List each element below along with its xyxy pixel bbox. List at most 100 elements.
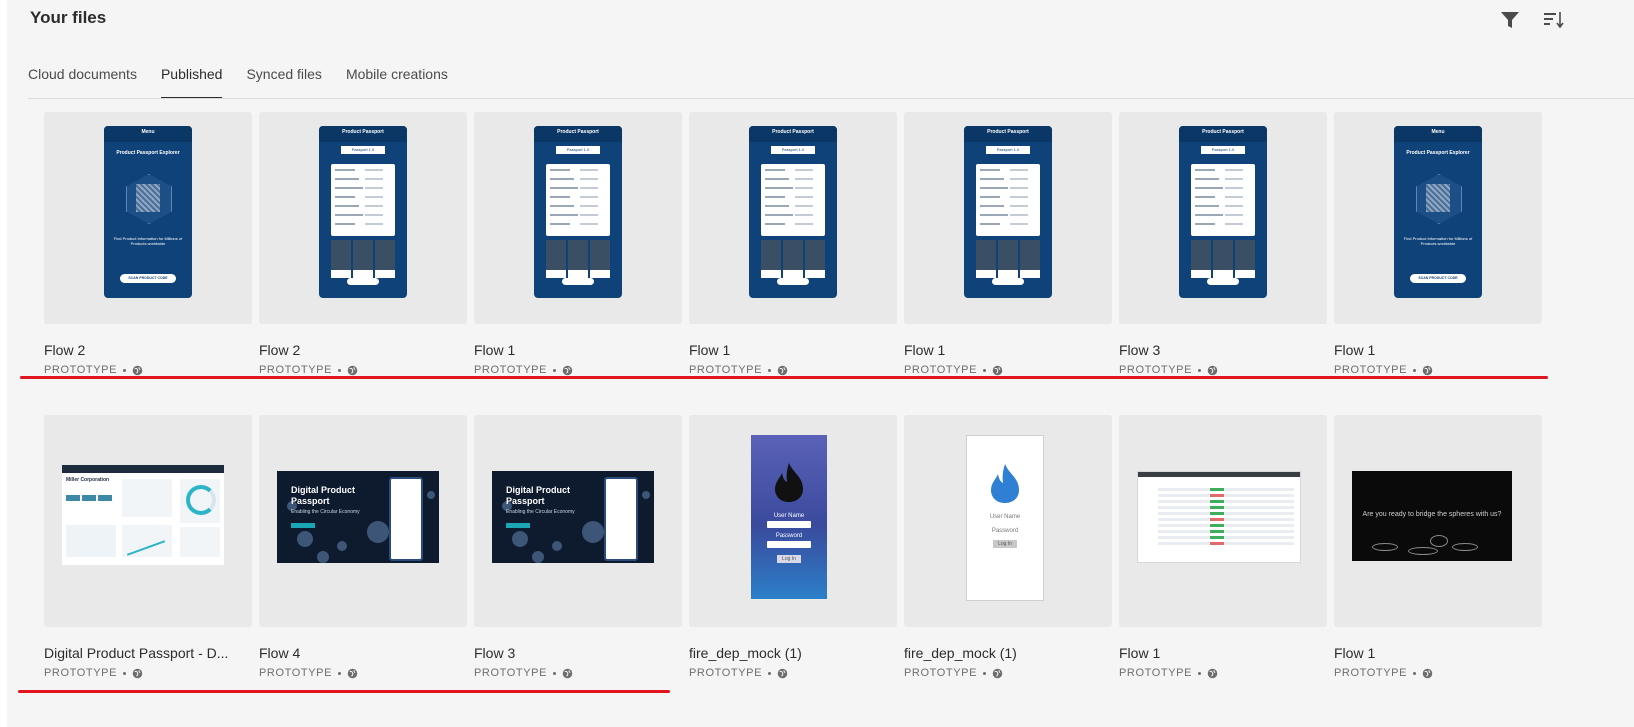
info-row xyxy=(335,214,363,216)
file-name[interactable]: Flow 3 xyxy=(474,645,515,661)
file-thumbnail[interactable]: Product Passport Passport 1.0 xyxy=(1119,112,1327,324)
file-meta: PROTOTYPE xyxy=(44,364,143,376)
info-value xyxy=(580,214,598,216)
file-name[interactable]: Digital Product Passport - D... xyxy=(44,645,228,661)
separator-dot xyxy=(1198,671,1202,675)
info-row xyxy=(1195,223,1215,225)
info-card xyxy=(331,164,395,236)
info-value xyxy=(1010,205,1028,207)
product-image xyxy=(353,240,373,278)
product-image xyxy=(546,240,566,278)
info-value xyxy=(365,169,383,171)
file-thumbnail[interactable]: Are you ready to bridge the spheres with… xyxy=(1334,415,1542,627)
info-row xyxy=(980,205,1004,207)
file-thumbnail[interactable]: Menu Product Passport Explorer Find Produc… xyxy=(1334,112,1542,324)
info-card xyxy=(976,164,1040,236)
qr-code-icon xyxy=(136,184,160,212)
info-value xyxy=(580,196,598,198)
file-type: PROTOTYPE xyxy=(1334,364,1408,376)
status-cell xyxy=(1210,500,1224,503)
info-value xyxy=(795,169,813,171)
separator-dot xyxy=(983,368,987,372)
table-row xyxy=(1158,536,1294,539)
file-meta: PROTOTYPE xyxy=(259,364,358,376)
tab-synced-files[interactable]: Synced files xyxy=(246,66,321,100)
info-value xyxy=(365,178,383,180)
file-type: PROTOTYPE xyxy=(904,364,978,376)
table-row xyxy=(1158,518,1294,521)
file-name[interactable]: Flow 1 xyxy=(1334,645,1375,661)
file-name[interactable]: Flow 4 xyxy=(259,645,300,661)
file-name[interactable]: Flow 2 xyxy=(259,342,300,358)
phone-title: Product Passport xyxy=(557,129,599,135)
dashboard-panel xyxy=(82,495,96,501)
file-thumbnail[interactable]: Digital Product Passport Enabling the Cir… xyxy=(259,415,467,627)
phone-mockup: Product Passport Passport 1.0 xyxy=(319,126,407,298)
info-value xyxy=(1225,169,1243,171)
tab-cloud-documents[interactable]: Cloud documents xyxy=(28,66,137,100)
file-thumbnail[interactable]: Product Passport Passport 1.0 xyxy=(474,112,682,324)
sort-icon[interactable] xyxy=(1542,8,1566,32)
separator-dot xyxy=(768,368,772,372)
tab-published[interactable]: Published xyxy=(160,66,222,100)
info-value xyxy=(1010,187,1028,189)
file-name[interactable]: Flow 1 xyxy=(474,342,515,358)
file-thumbnail[interactable]: Digital Product Passport Enabling the Cir… xyxy=(474,415,682,627)
status-cell xyxy=(1210,518,1224,521)
file-type: PROTOTYPE xyxy=(1119,364,1193,376)
info-value xyxy=(795,187,813,189)
info-row xyxy=(765,196,785,198)
table-row xyxy=(1158,524,1294,527)
product-image xyxy=(1235,240,1255,278)
file-name[interactable]: fire_dep_mock (1) xyxy=(904,645,1017,661)
info-row xyxy=(765,178,789,180)
file-name[interactable]: Flow 1 xyxy=(1119,645,1160,661)
orbit-ring xyxy=(1452,543,1478,551)
separator-dot xyxy=(123,368,127,372)
file-name[interactable]: Flow 2 xyxy=(44,342,85,358)
product-image xyxy=(998,240,1018,278)
info-row xyxy=(765,223,785,225)
info-value xyxy=(795,223,813,225)
flame-icon xyxy=(775,463,803,502)
hero-title: Digital Product Passport xyxy=(506,485,571,506)
action-button xyxy=(347,278,379,285)
phone-mockup: Product Passport Passport 1.0 xyxy=(749,126,837,298)
tab-mobile-creations[interactable]: Mobile creations xyxy=(346,66,448,100)
space-headline: Are you ready to bridge the spheres with… xyxy=(1362,511,1502,518)
info-value xyxy=(1225,187,1243,189)
product-image xyxy=(1213,240,1233,278)
info-row xyxy=(1195,178,1219,180)
file-name[interactable]: Flow 1 xyxy=(904,342,945,358)
file-type: PROTOTYPE xyxy=(1119,667,1193,679)
info-row xyxy=(765,214,793,216)
filter-icon[interactable] xyxy=(1498,8,1522,32)
file-meta: PROTOTYPE xyxy=(904,667,1003,679)
file-thumbnail[interactable]: Miller Corporation xyxy=(44,415,252,627)
donut-chart xyxy=(186,485,216,515)
globe-icon xyxy=(132,365,143,375)
info-row xyxy=(1195,187,1223,189)
file-thumbnail[interactable] xyxy=(1119,415,1327,627)
file-thumbnail[interactable]: User Name Password Log In xyxy=(689,415,897,627)
file-name[interactable]: Flow 3 xyxy=(1119,342,1160,358)
file-thumbnail[interactable]: User Name Password Log In xyxy=(904,415,1112,627)
file-thumbnail[interactable]: Menu Product Passport Explorer Find Produc… xyxy=(44,112,252,324)
bokeh-light xyxy=(297,531,313,547)
info-row xyxy=(1195,196,1215,198)
separator-dot xyxy=(1413,368,1417,372)
file-type: PROTOTYPE xyxy=(474,364,548,376)
phone-title: Product Passport xyxy=(1202,129,1244,135)
status-cell xyxy=(1210,524,1224,527)
file-name[interactable]: Flow 1 xyxy=(1334,342,1375,358)
passport-tab-label: Passport 1.0 xyxy=(996,147,1020,152)
file-thumbnail[interactable]: Product Passport Passport 1.0 xyxy=(689,112,897,324)
annotation-underline-row-1 xyxy=(20,376,1548,379)
file-thumbnail[interactable]: Product Passport Passport 1.0 xyxy=(904,112,1112,324)
file-name[interactable]: fire_dep_mock (1) xyxy=(689,645,802,661)
status-cell xyxy=(1210,512,1224,515)
file-name[interactable]: Flow 1 xyxy=(689,342,730,358)
bokeh-light xyxy=(582,521,604,543)
info-value xyxy=(795,196,813,198)
file-thumbnail[interactable]: Product Passport Passport 1.0 xyxy=(259,112,467,324)
